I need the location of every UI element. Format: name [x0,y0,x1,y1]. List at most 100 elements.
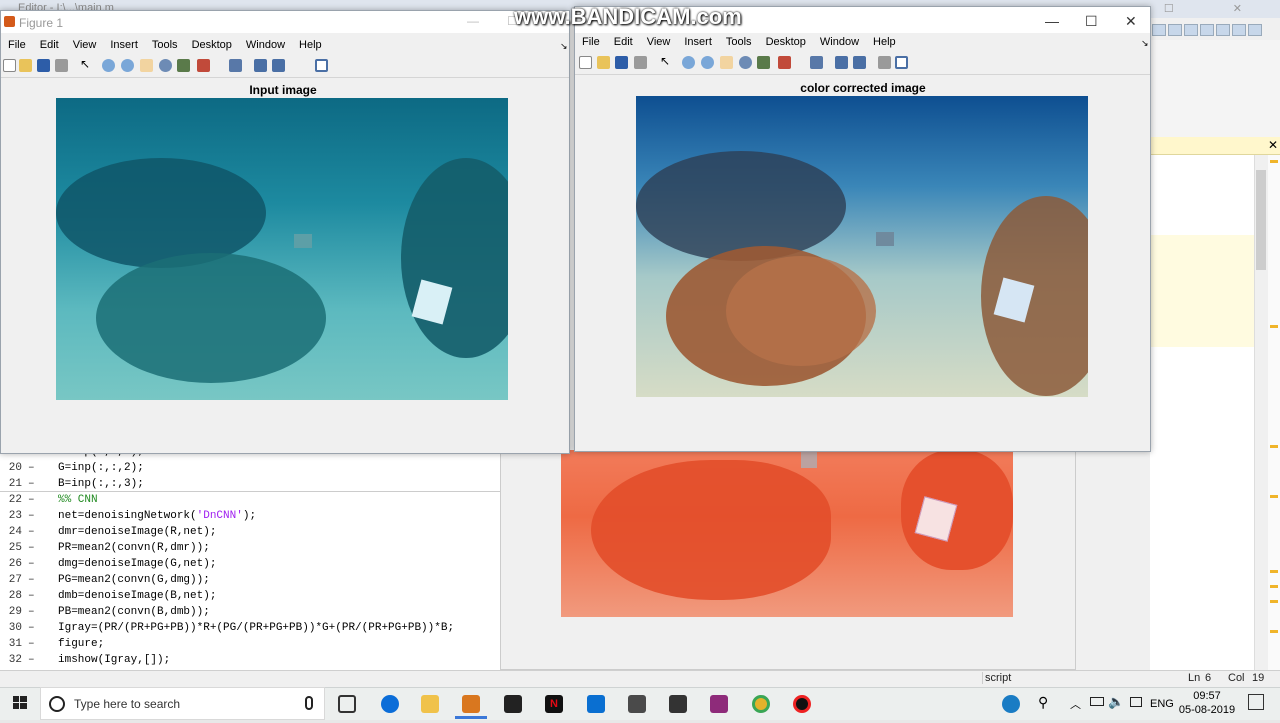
mail-icon[interactable] [669,695,687,713]
brush-icon[interactable] [778,56,791,69]
dock-icon[interactable]: ↘ [1141,38,1149,49]
toolbar-icon[interactable] [1232,24,1246,36]
code-line[interactable]: 32– imshow(Igray,[]); [0,652,500,668]
breakpoint-gutter[interactable]: – [28,572,35,588]
breakpoint-gutter[interactable]: – [28,508,35,524]
menu-insert[interactable]: Insert [103,36,145,54]
task-view-icon[interactable] [338,695,356,713]
zoom-in-icon[interactable] [682,56,695,69]
code-editor[interactable]: R=inp(:,:,1); 20–G=inp(:,:,2);21–B=inp(:… [0,446,500,670]
editor-toolbar-icons[interactable] [1152,24,1280,38]
menu-desktop[interactable]: Desktop [185,36,239,54]
menu-insert[interactable]: Insert [677,33,719,51]
minimize-icon[interactable]: — [1045,13,1059,29]
code-line[interactable]: 21– B=inp(:,:,3); [0,476,500,492]
code-line[interactable]: 22– %% CNN [0,492,500,508]
data-cursor-icon[interactable] [757,56,770,69]
toolbar-icon[interactable] [1216,24,1230,36]
menu-view[interactable]: View [66,36,104,54]
maximize-icon[interactable]: ☐ [1085,13,1098,30]
start-button[interactable] [0,687,40,720]
microphone-icon[interactable] [305,696,313,710]
scrollbar-thumb[interactable] [1256,170,1266,270]
pan-icon[interactable] [140,59,153,72]
plot-tools-icon[interactable] [895,56,908,69]
zoom-in-icon[interactable] [102,59,115,72]
new-figure-icon[interactable] [579,56,592,69]
volume-icon[interactable]: 🔈 [1108,694,1124,710]
menu-view[interactable]: View [640,33,678,51]
code-line[interactable]: 27– PG=mean2(convn(G,dmg)); [0,572,500,588]
print-icon[interactable] [55,59,68,72]
menu-window[interactable]: Window [813,33,866,51]
open-icon[interactable] [19,59,32,72]
colorbar-icon[interactable] [835,56,848,69]
code-line[interactable]: 30– Igray=(PR/(PR+PG+PB))*R+(PG/(PR+PG+PB… [0,620,500,636]
rotate-icon[interactable] [159,59,172,72]
pan-icon[interactable] [720,56,733,69]
data-cursor-icon[interactable] [177,59,190,72]
people-icon[interactable]: ⚲ [1038,694,1048,711]
toolbar-icon[interactable] [1168,24,1182,36]
print-icon[interactable] [634,56,647,69]
code-line[interactable]: 23– net=denoisingNetwork('DnCNN'); [0,508,500,524]
link-icon[interactable] [229,59,242,72]
menu-tools[interactable]: Tools [719,33,759,51]
battery-icon[interactable] [1090,697,1104,706]
close-icon[interactable]: ✕ [1268,138,1278,152]
security-icon[interactable] [1002,695,1020,713]
netflix-icon[interactable]: N [545,695,563,713]
hide-plot-tools-icon[interactable] [878,56,891,69]
toolbar-icon[interactable] [1152,24,1166,36]
editor-pane[interactable] [1150,155,1254,670]
menu-help[interactable]: Help [866,33,903,51]
breakpoint-gutter[interactable]: – [28,492,35,508]
menu-edit[interactable]: Edit [33,36,66,54]
menu-file[interactable]: File [575,33,607,51]
dock-icon[interactable]: ↘ [560,41,568,52]
store-icon[interactable] [587,695,605,713]
notifications-icon[interactable] [1248,694,1264,710]
breakpoint-gutter[interactable]: – [28,588,35,604]
zoom-out-icon[interactable] [121,59,134,72]
brush-icon[interactable] [197,59,210,72]
matlab-taskbar-icon[interactable] [462,695,480,713]
code-line[interactable]: 20– G=inp(:,:,2); [0,460,500,476]
menu-edit[interactable]: Edit [607,33,640,51]
figure-1-titlebar[interactable]: Figure 1 — ☐ [1,11,569,33]
clock[interactable]: 09:57 05-08-2019 [1176,689,1238,717]
breakpoint-gutter[interactable]: – [28,620,35,636]
pointer-icon[interactable]: ↖ [80,57,93,71]
legend-icon[interactable] [272,59,285,72]
file-explorer-icon[interactable] [421,695,439,713]
legend-icon[interactable] [853,56,866,69]
taskbar-search[interactable]: Type here to search [40,687,325,720]
open-icon[interactable] [597,56,610,69]
rotate-icon[interactable] [739,56,752,69]
close-icon[interactable]: ✕ [1125,13,1137,30]
code-line[interactable]: 28– dmb=denoiseImage(B,net); [0,588,500,604]
bandicam-icon[interactable] [793,695,811,713]
breakpoint-gutter[interactable]: – [28,460,35,476]
code-line[interactable]: 29– PB=mean2(convn(B,dmb)); [0,604,500,620]
breakpoint-gutter[interactable]: – [28,652,35,668]
zoom-out-icon[interactable] [701,56,714,69]
menu-desktop[interactable]: Desktop [759,33,813,51]
chrome-icon[interactable] [752,695,770,713]
save-icon[interactable] [37,59,50,72]
code-line[interactable]: 24– dmr=denoiseImage(R,net); [0,524,500,540]
toolbar-icon[interactable] [1200,24,1214,36]
code-line[interactable]: 26– dmg=denoiseImage(G,net); [0,556,500,572]
toolbar-icon[interactable] [1184,24,1198,36]
menu-window[interactable]: Window [239,36,292,54]
edge-icon[interactable] [381,695,399,713]
winrar-icon[interactable] [710,695,728,713]
code-line[interactable]: 25– PR=mean2(convn(R,dmr)); [0,540,500,556]
chevron-up-icon[interactable]: ︿ [1070,696,1081,712]
breakpoint-gutter[interactable]: – [28,604,35,620]
minimize-icon[interactable]: — [467,14,479,28]
new-figure-icon[interactable] [3,59,16,72]
photos-icon[interactable] [628,695,646,713]
breakpoint-gutter[interactable]: – [28,524,35,540]
breakpoint-gutter[interactable]: – [28,476,35,492]
